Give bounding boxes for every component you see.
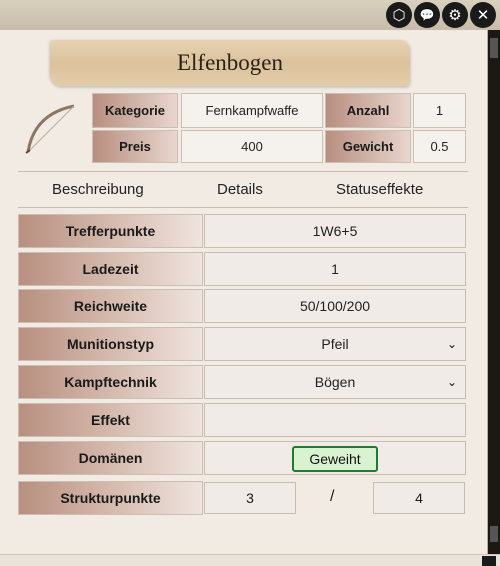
trefferpunkte-label: Trefferpunkte — [18, 214, 203, 248]
effekt-label: Effekt — [18, 403, 203, 437]
scrollbar-thumb[interactable] — [490, 38, 498, 58]
reichweite-field[interactable]: 50/100/200 — [204, 289, 466, 323]
reichweite-label: Reichweite — [18, 289, 203, 323]
kategorie-field[interactable]: Fernkampfwaffe — [181, 93, 323, 128]
divider-tabs — [18, 207, 468, 208]
item-name[interactable]: Elfenbogen — [177, 50, 283, 76]
strukturpunkte-label: Strukturpunkte — [18, 481, 203, 515]
kampftechnik-value: Bögen — [314, 374, 356, 390]
window-titlebar[interactable]: ⬡ 💬 ⚙ ✕ — [0, 0, 500, 30]
window-controls: ⬡ 💬 ⚙ ✕ — [386, 2, 496, 28]
strukturpunkte-current-field[interactable]: 3 — [204, 482, 296, 514]
preis-label: Preis — [92, 130, 178, 163]
kampftechnik-select[interactable]: Bögen ⌄ — [204, 365, 466, 399]
ladezeit-field[interactable]: 1 — [204, 252, 466, 286]
anzahl-label: Anzahl — [325, 93, 411, 128]
gear-icon[interactable]: ⚙ — [442, 2, 468, 28]
gewicht-label: Gewicht — [325, 130, 411, 163]
chevron-down-icon: ⌄ — [446, 375, 457, 389]
munitionstyp-label: Munitionstyp — [18, 327, 203, 361]
kampftechnik-label: Kampftechnik — [18, 365, 203, 399]
tab-statuseffekte[interactable]: Statuseffekte — [336, 181, 423, 198]
preis-field[interactable]: 400 — [181, 130, 323, 163]
window-footer — [0, 554, 500, 566]
tab-beschreibung[interactable]: Beschreibung — [52, 181, 144, 198]
tab-details[interactable]: Details — [217, 181, 263, 198]
close-icon[interactable]: ✕ — [470, 2, 496, 28]
ladezeit-label: Ladezeit — [18, 252, 203, 286]
chevron-down-icon: ⌄ — [446, 337, 457, 351]
trefferpunkte-field[interactable]: 1W6+5 — [204, 214, 466, 248]
domain-tag-geweiht[interactable]: Geweiht — [292, 446, 378, 472]
divider-top — [18, 171, 468, 172]
domaenen-label: Domänen — [18, 441, 203, 475]
munitionstyp-value: Pfeil — [321, 336, 349, 352]
chat-icon[interactable]: 💬 — [414, 2, 440, 28]
munitionstyp-select[interactable]: Pfeil ⌄ — [204, 327, 466, 361]
anzahl-field[interactable]: 1 — [413, 93, 466, 128]
kategorie-label: Kategorie — [92, 93, 178, 128]
strukturpunkte-max-field[interactable]: 4 — [373, 482, 465, 514]
bow-icon[interactable] — [20, 100, 80, 158]
strukturpunkte-separator: / — [330, 488, 335, 505]
resize-handle[interactable] — [482, 556, 496, 566]
scrollbar[interactable] — [488, 30, 500, 554]
item-name-banner: Elfenbogen — [50, 40, 410, 86]
scrollbar-thumb-bottom[interactable] — [490, 526, 498, 542]
gewicht-field[interactable]: 0.5 — [413, 130, 466, 163]
effekt-field[interactable] — [204, 403, 466, 437]
d20-icon[interactable]: ⬡ — [386, 2, 412, 28]
